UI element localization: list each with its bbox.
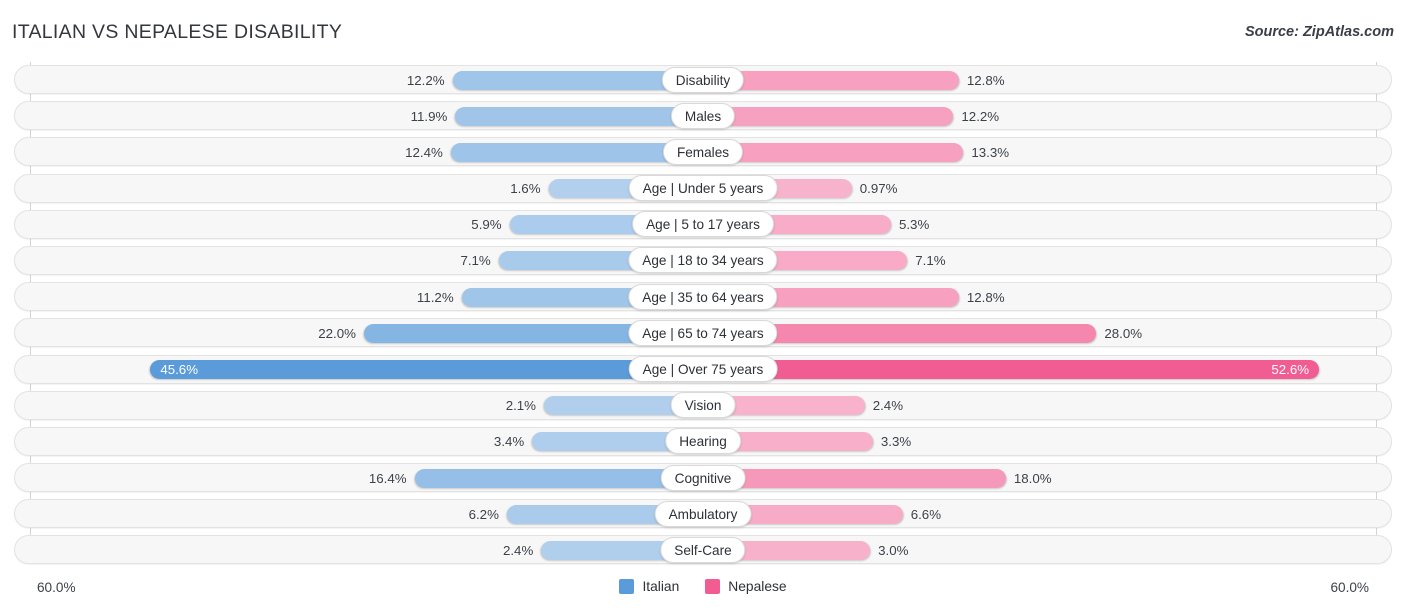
bar-value-nepalese: 7.1%	[915, 253, 946, 269]
bar-row: 2.1% 2.4% Vision	[0, 388, 1406, 424]
page-title: ITALIAN VS NEPALESE DISABILITY	[12, 21, 343, 43]
bar-category-label: Age | Over 75 years	[628, 356, 778, 382]
bar-rows-container: 12.2% 12.8% Disability 11.9% 12.2% Males 12.4%…	[0, 62, 1406, 569]
bar-value-italian: 2.4%	[502, 542, 534, 558]
bar-row: 5.9% 5.3% Age | 5 to 17 years	[0, 207, 1406, 243]
bar-category-label: Age | Under 5 years	[628, 175, 778, 202]
bar-row: 45.6% 52.6% Age | Over 75 years	[0, 352, 1406, 388]
bar-value-nepalese: 28.0%	[1104, 325, 1143, 341]
source-attribution: Source: ZipAtlas.com	[1244, 24, 1394, 40]
bar-category-label: Self-Care	[660, 536, 746, 563]
bar-row: 3.4% 3.3% Hearing	[0, 424, 1406, 460]
bar-value-nepalese: 3.0%	[878, 542, 909, 558]
bar-value-italian: 12.4%	[405, 144, 443, 160]
bar-value-nepalese: 12.8%	[966, 289, 1005, 305]
chart-header: ITALIAN VS NEPALESE DISABILITY Source: Z…	[0, 0, 1406, 62]
bar-row: 6.2% 6.6% Ambulatory	[0, 496, 1406, 532]
bar-category-label: Disability	[661, 66, 745, 93]
bar-value-italian: 45.6%	[160, 362, 199, 377]
bar-nepalese[interactable]	[703, 106, 954, 126]
bar-value-nepalese: 5.3%	[898, 217, 930, 233]
bar-category-label: Hearing	[665, 428, 741, 455]
legend-label: Italian	[642, 579, 680, 594]
bar-category-label: Males	[670, 102, 736, 129]
chart-footer: 60.0% 60.0% Italian Nepalese	[0, 570, 1406, 612]
bar-nepalese[interactable]	[703, 360, 1320, 379]
bar-value-nepalese: 12.2%	[961, 108, 1000, 124]
bar-category-label: Age | 5 to 17 years	[632, 211, 774, 238]
bar-nepalese[interactable]	[703, 468, 1006, 488]
bar-value-italian: 11.9%	[410, 108, 448, 124]
bar-value-italian: 11.2%	[416, 289, 454, 305]
bar-value-italian: 5.9%	[471, 217, 502, 233]
bar-value-nepalese: 6.6%	[910, 506, 942, 522]
bar-value-italian: 1.6%	[510, 181, 541, 197]
bar-value-italian: 2.1%	[505, 398, 536, 414]
legend-item[interactable]: Nepalese	[705, 579, 787, 594]
legend-label: Nepalese	[728, 579, 787, 594]
legend-item[interactable]: Italian	[619, 579, 679, 594]
bar-value-nepalese: 12.8%	[966, 72, 1005, 88]
bar-value-nepalese: 2.4%	[872, 398, 904, 414]
bar-value-italian: 3.4%	[493, 434, 525, 450]
bar-value-nepalese: 52.6%	[1271, 362, 1310, 377]
bar-row: 11.2% 12.8% Age | 35 to 64 years	[0, 279, 1406, 315]
bar-row: 1.6% 0.97% Age | Under 5 years	[0, 171, 1406, 207]
bar-category-label: Age | 18 to 34 years	[628, 247, 778, 274]
legend-swatch-icon	[705, 579, 721, 594]
legend-swatch-icon	[619, 579, 635, 594]
bar-category-label: Age | 35 to 64 years	[628, 283, 778, 310]
bar-category-label: Ambulatory	[654, 500, 752, 527]
bar-category-label: Age | 65 to 74 years	[628, 319, 778, 346]
bar-category-label: Cognitive	[660, 464, 746, 491]
chart-plot-area: 12.2% 12.8% Disability 11.9% 12.2% Males 12.4%…	[0, 62, 1406, 570]
bar-row: 16.4% 18.0% Cognitive	[0, 460, 1406, 496]
bar-value-nepalese: 18.0%	[1013, 470, 1052, 486]
bar-row: 22.0% 28.0% Age | 65 to 74 years	[0, 315, 1406, 351]
bar-value-nepalese: 0.97%	[859, 181, 898, 197]
bar-row: 11.9% 12.2% Males	[0, 98, 1406, 134]
bar-row: 7.1% 7.1% Age | 18 to 34 years	[0, 243, 1406, 279]
bar-value-italian: 16.4%	[368, 470, 407, 486]
bar-value-nepalese: 3.3%	[880, 434, 912, 450]
bar-value-nepalese: 13.3%	[971, 144, 1010, 160]
bar-value-italian: 6.2%	[468, 506, 499, 522]
bar-category-label: Females	[662, 138, 744, 165]
bar-row: 12.2% 12.8% Disability	[0, 62, 1406, 98]
bar-value-italian: 12.2%	[406, 72, 445, 88]
bar-value-italian: 22.0%	[318, 325, 356, 341]
chart-page: ITALIAN VS NEPALESE DISABILITY Source: Z…	[0, 0, 1406, 612]
chart-legend: Italian Nepalese	[0, 579, 1406, 594]
bar-italian[interactable]	[455, 106, 703, 126]
bar-value-italian: 7.1%	[460, 253, 491, 269]
bar-category-label: Vision	[670, 392, 736, 419]
bar-row: 12.4% 13.3% Females	[0, 134, 1406, 170]
bar-row: 2.4% 3.0% Self-Care	[0, 532, 1406, 568]
bar-italian[interactable]	[150, 360, 703, 379]
